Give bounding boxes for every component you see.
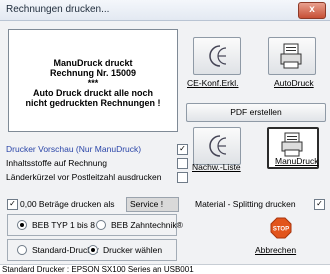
ingredients-label: Inhaltsstoffe auf Rechnung <box>6 158 107 168</box>
choose-printer-radio[interactable] <box>88 245 98 255</box>
message-line-5: nicht gedruckten Rechnungen ! <box>25 98 161 108</box>
manudruck-button[interactable]: ManuDruck <box>267 127 319 169</box>
stop-sign-icon: STOP <box>270 217 292 239</box>
preview-checkbox[interactable]: ✓ <box>177 144 188 155</box>
manudruck-button-label: ManuDruck <box>275 156 319 166</box>
beb-group: BEB TYP 1 bis 8 BEB Zahntechnik® <box>7 214 183 236</box>
ce-button[interactable] <box>193 37 241 75</box>
followup-list-button[interactable] <box>193 127 241 165</box>
message-line-4: Auto Druck druckt alle noch <box>32 88 154 98</box>
ce-icon <box>209 135 227 157</box>
standard-printer-radio[interactable] <box>17 245 27 255</box>
window-title: Rechnungen drucken... <box>6 4 110 15</box>
ingredients-checkbox[interactable] <box>177 158 188 169</box>
beb-zahntechnik-label: BEB Zahntechnik® <box>111 220 183 230</box>
printer-group: Standard-Drucker Drucker wählen <box>7 239 177 261</box>
zero-amounts-field[interactable]: Service ! <box>126 197 179 212</box>
preview-label: Drucker Vorschau (Nur ManuDruck) <box>6 144 142 154</box>
dialog-client: ManuDruck druckt Rechnung Nr. 15009 *** … <box>0 21 330 273</box>
material-splitting-checkbox[interactable]: ✓ <box>314 199 325 210</box>
country-code-label: Länderkürzel vor Postleitzahl ausdrucken <box>6 172 162 182</box>
message-line-1: ManuDruck druckt <box>53 58 133 68</box>
printer-stack-icon <box>281 132 303 157</box>
beb-typ-label: BEB TYP 1 bis 8 <box>32 220 95 230</box>
pdf-create-button[interactable]: PDF erstellen <box>186 103 326 122</box>
ce-icon <box>209 45 227 67</box>
stop-sign-text: STOP <box>273 227 289 233</box>
title-bar: Rechnungen drucken... x <box>0 0 330 21</box>
cancel-button[interactable]: STOP Abbrechen <box>253 217 308 255</box>
beb-zahntechnik-radio[interactable] <box>96 220 106 230</box>
ce-button-label[interactable]: CE-Konf.Erkl. <box>187 78 239 88</box>
zero-amounts-checkbox[interactable]: ✓ <box>7 199 18 210</box>
message-line-3: *** <box>87 78 99 88</box>
country-code-checkbox[interactable] <box>177 172 188 183</box>
message-line-2: Rechnung Nr. 15009 <box>49 68 137 78</box>
cancel-button-label: Abbrechen <box>255 245 297 255</box>
choose-printer-label: Drucker wählen <box>103 245 163 255</box>
autodruck-button-label[interactable]: AutoDruck <box>274 78 314 88</box>
message-box: ManuDruck druckt Rechnung Nr. 15009 *** … <box>8 29 178 132</box>
printer-stack-icon <box>280 43 302 69</box>
followup-list-label[interactable]: Nachw.-Liste <box>192 162 241 172</box>
close-button[interactable]: x <box>298 2 326 19</box>
zero-amounts-label: 0,00 Beträge drucken als <box>20 199 115 209</box>
autodruck-button[interactable] <box>268 37 316 75</box>
material-splitting-label: Material - Splitting drucken <box>195 199 296 209</box>
beb-typ-radio[interactable] <box>17 220 27 230</box>
